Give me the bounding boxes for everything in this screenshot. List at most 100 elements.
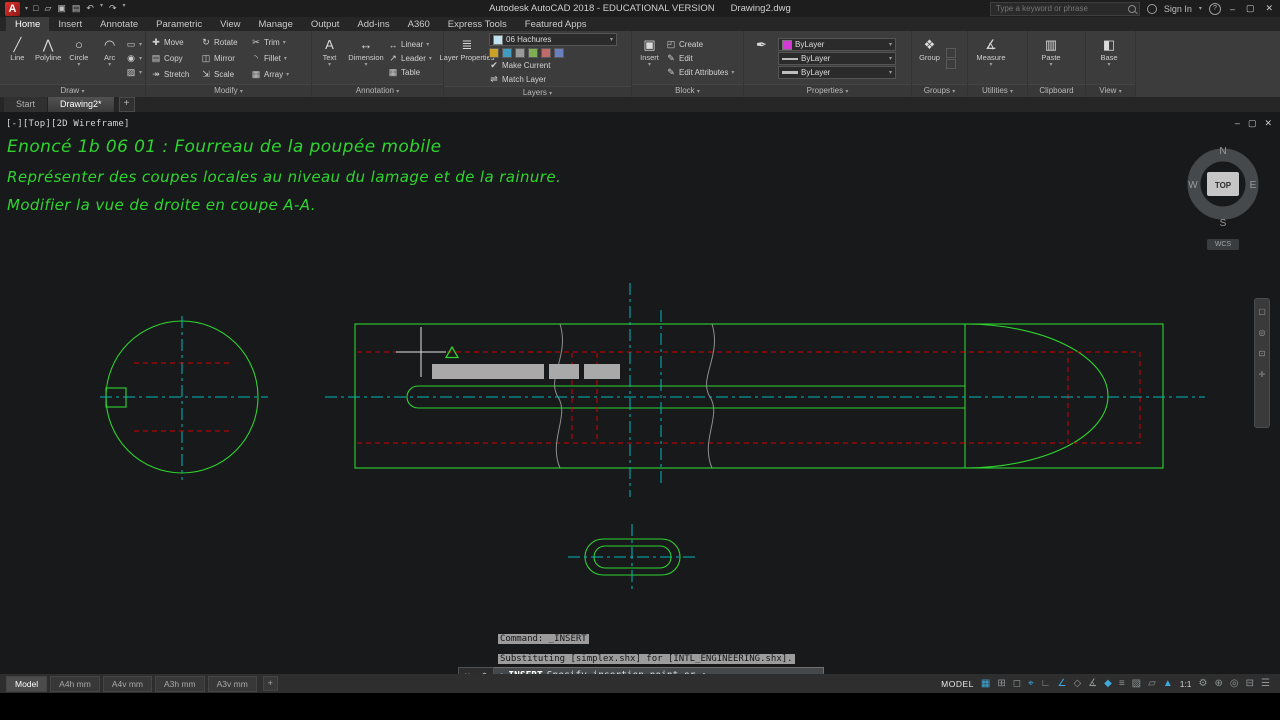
utilities-panel-title[interactable]: Utilities ▾: [968, 84, 1027, 97]
measure-button[interactable]: ∡ Measure ▾: [971, 33, 1011, 84]
annotation-scale[interactable]: 1:1: [1180, 679, 1192, 689]
viewcube-west[interactable]: W: [1188, 180, 1198, 191]
copy-button[interactable]: ▤ Copy: [149, 51, 199, 67]
ortho-icon[interactable]: ∟: [1041, 678, 1051, 689]
plot-icon[interactable]: ▤: [72, 3, 81, 14]
hatch-tool-button[interactable]: ▨ ▾: [126, 66, 142, 79]
save-icon[interactable]: ▣: [57, 3, 66, 14]
create-block-button[interactable]: ◰ Create: [666, 38, 734, 51]
insert-block-button[interactable]: ▣ Insert ▾: [635, 33, 664, 84]
viewcube-east[interactable]: E: [1250, 180, 1257, 191]
layout-tab-a3h[interactable]: A3h mm: [154, 675, 205, 692]
zoom-icon[interactable]: ⊡: [1259, 349, 1266, 358]
model-space-canvas[interactable]: [-][Top][2D Wireframe] – ▢ ✕ Enoncé 1b 0…: [0, 112, 1280, 674]
new-file-icon[interactable]: □: [33, 3, 38, 14]
front-view[interactable]: [354, 323, 1164, 469]
linear-dimension-button[interactable]: ↔ Linear ▾: [388, 38, 432, 51]
arc-button[interactable]: ◠ Arc ▾: [95, 33, 124, 84]
ellipse-tool-button[interactable]: ◉ ▾: [126, 52, 142, 65]
lineweight-dropdown[interactable]: ByLayer ▾: [778, 66, 896, 79]
search-input[interactable]: [993, 3, 1125, 14]
edit-attributes-button[interactable]: ✎ Edit Attributes ▾: [666, 66, 734, 79]
annotation-monitor-icon[interactable]: ⊕: [1215, 678, 1223, 689]
undo-caret-icon[interactable]: ▾: [100, 3, 103, 14]
polar-tracking-icon[interactable]: ∠: [1057, 678, 1066, 689]
ribbon-tab-output[interactable]: Output: [302, 17, 349, 31]
trim-button[interactable]: ✂ Trim ▾: [249, 35, 299, 51]
customize-icon[interactable]: ☰: [1261, 678, 1270, 689]
dimension-button[interactable]: ↔ Dimension ▾: [346, 33, 386, 84]
transparency-icon[interactable]: ▨: [1132, 678, 1141, 689]
window-minimize-button[interactable]: –: [1228, 4, 1237, 14]
qat-more-caret-icon[interactable]: ▾: [123, 3, 126, 14]
isolate-objects-icon[interactable]: ◎: [1230, 678, 1239, 689]
drawing-geometry[interactable]: [0, 112, 1280, 674]
groups-panel-title[interactable]: Groups ▾: [912, 84, 967, 97]
paste-button[interactable]: ▥ Paste ▾: [1031, 33, 1071, 84]
layout-tab-a3v[interactable]: A3v mm: [207, 675, 257, 692]
draw-panel-title[interactable]: Draw ▾: [0, 84, 145, 97]
app-menu-caret-icon[interactable]: ▾: [25, 6, 28, 12]
modify-panel-title[interactable]: Modify ▾: [146, 84, 311, 97]
rectangle-tool-button[interactable]: ▭ ▾: [126, 38, 142, 51]
layer-dropdown[interactable]: 06 Hachures ▾: [489, 33, 617, 46]
ribbon-tab-annotate[interactable]: Annotate: [91, 17, 147, 31]
stretch-button[interactable]: ↠ Stretch: [149, 67, 199, 83]
polyline-button[interactable]: ⋀ Polyline: [34, 33, 63, 84]
base-view-button[interactable]: ◧ Base ▾: [1089, 33, 1129, 84]
layout-tab-model[interactable]: Model: [6, 675, 48, 692]
make-current-button[interactable]: ✔ Make Current: [489, 59, 617, 72]
object-snap-icon[interactable]: ◆: [1104, 678, 1112, 689]
properties-panel-title[interactable]: Properties ▾: [744, 84, 911, 97]
ribbon-tab-home[interactable]: Home: [6, 17, 50, 31]
dynamic-input-icon[interactable]: ⌖: [1028, 678, 1034, 689]
group-edit-icon[interactable]: [946, 59, 956, 69]
centerlines[interactable]: [325, 283, 1205, 497]
window-restore-button[interactable]: ▢: [1244, 3, 1257, 14]
file-tab-start[interactable]: Start: [4, 97, 49, 112]
infer-constraints-icon[interactable]: ◻: [1013, 678, 1021, 689]
search-icon[interactable]: [1127, 4, 1136, 13]
circle-button[interactable]: ○ Circle ▾: [65, 33, 94, 84]
object-color-dropdown[interactable]: ByLayer ▾: [778, 38, 896, 51]
help-icon[interactable]: ?: [1208, 2, 1221, 15]
sign-in-caret-icon[interactable]: ▾: [1199, 6, 1202, 12]
layer-freeze-icon[interactable]: [515, 47, 525, 58]
layer-walk-icon[interactable]: [554, 47, 564, 58]
grid-icon[interactable]: ▦: [981, 678, 990, 689]
ribbon-tab-express-tools[interactable]: Express Tools: [439, 17, 516, 31]
layer-lock-icon[interactable]: [528, 47, 538, 58]
layer-properties-button[interactable]: ≣ Layer Properties: [439, 33, 494, 86]
viewcube-north[interactable]: N: [1219, 146, 1226, 157]
window-close-button[interactable]: ✕: [1263, 3, 1275, 14]
fillet-button[interactable]: ◝ Fillet ▾: [249, 51, 299, 67]
selection-cycling-icon[interactable]: ▱: [1148, 678, 1156, 689]
orbit-icon[interactable]: ✛: [1259, 370, 1266, 379]
user-avatar-icon[interactable]: [1146, 3, 1157, 14]
ribbon-tab-insert[interactable]: Insert: [49, 17, 91, 31]
linetype-dropdown[interactable]: ByLayer ▾: [778, 52, 896, 65]
mirror-button[interactable]: ◫ Mirror: [199, 51, 249, 67]
snap-icon[interactable]: ⊞: [997, 678, 1005, 689]
new-layout-button[interactable]: +: [262, 676, 278, 691]
ribbon-tab-addins[interactable]: Add-ins: [348, 17, 398, 31]
object-snap-tracking-icon[interactable]: ∡: [1088, 678, 1097, 689]
new-drawing-tab-button[interactable]: +: [118, 97, 135, 112]
slot-detail-view[interactable]: [568, 524, 698, 592]
leader-button[interactable]: ↗ Leader ▾: [388, 52, 432, 65]
table-button[interactable]: ▦ Table: [388, 66, 432, 79]
file-tab-drawing2[interactable]: Drawing2*: [48, 97, 115, 112]
line-button[interactable]: ╱ Line: [3, 33, 32, 84]
layer-off-icon[interactable]: [489, 47, 499, 58]
text-button[interactable]: A Text ▾: [315, 33, 344, 84]
ribbon-tab-manage[interactable]: Manage: [250, 17, 302, 31]
lineweight-icon[interactable]: ≡: [1119, 678, 1125, 689]
ribbon-tab-a360[interactable]: A360: [399, 17, 439, 31]
workspace-gear-icon[interactable]: ⚙: [1199, 678, 1208, 689]
rotate-button[interactable]: ↻ Rotate: [199, 35, 249, 51]
ungroup-icon[interactable]: [946, 48, 956, 58]
isodraft-icon[interactable]: ◇: [1073, 678, 1081, 689]
layout-tab-a4v[interactable]: A4v mm: [102, 675, 152, 692]
group-button[interactable]: ❖ Group: [915, 33, 944, 84]
pan-icon[interactable]: ◎: [1259, 328, 1266, 337]
